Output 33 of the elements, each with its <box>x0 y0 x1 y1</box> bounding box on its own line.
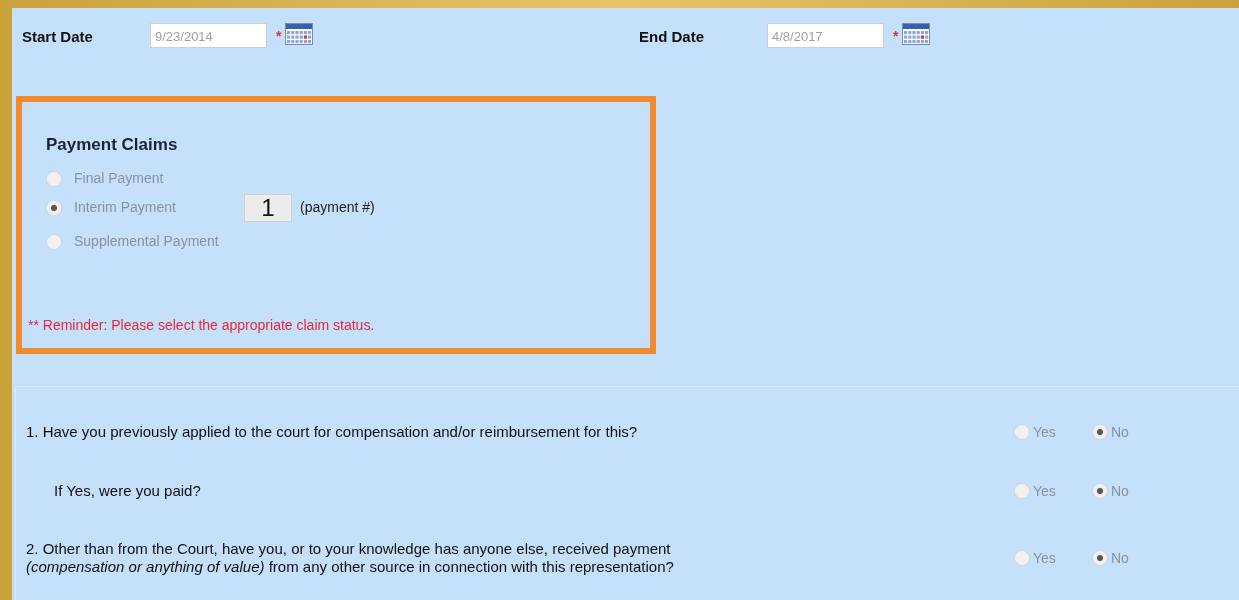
calendar-icon[interactable] <box>285 23 314 45</box>
option-label: Yes <box>1033 481 1056 501</box>
option-label: No <box>1111 422 1129 442</box>
section-title: Payment Claims <box>46 134 179 156</box>
radio-button[interactable] <box>1014 483 1030 499</box>
question-text: 2. Other than from the Court, have you, or to your knowledge has anyone else, received payment (compensation or anything of value) from any other source in connection with this representation? <box>25 540 675 576</box>
field-label: End Date <box>639 27 705 47</box>
calendar-icon[interactable] <box>902 23 931 45</box>
radio-button[interactable] <box>1014 424 1030 440</box>
option-label: Final Payment <box>74 169 165 188</box>
option-label: Yes <box>1033 422 1056 442</box>
question-text: 1. Have you previously applied to the court for compensation and/or reimbursement for this? <box>25 423 639 441</box>
payment-number-field[interactable]: 1 <box>244 193 292 222</box>
option-label: No <box>1111 481 1129 501</box>
required-mark: * <box>893 27 899 46</box>
radio-button[interactable] <box>46 233 62 250</box>
required-mark: * <box>276 27 282 46</box>
option-label: Interim Payment <box>74 198 177 217</box>
radio-button[interactable] <box>46 199 62 216</box>
question-text: If Yes, were you paid? <box>53 482 202 500</box>
reminder-text: ** Reminder: Please select the appropriate claim status. <box>28 316 376 335</box>
option-label: No <box>1111 548 1129 568</box>
date-field[interactable]: 4/8/2017 <box>767 23 884 48</box>
radio-button[interactable] <box>1014 550 1030 566</box>
option-label: Supplemental Payment <box>74 232 220 251</box>
radio-button[interactable] <box>46 170 62 187</box>
radio-button[interactable] <box>1092 424 1108 440</box>
option-label: Yes <box>1033 548 1056 568</box>
date-field[interactable]: 9/23/2014 <box>150 23 267 48</box>
radio-button[interactable] <box>1092 550 1108 566</box>
field-hint: (payment #) <box>300 198 375 217</box>
radio-button[interactable] <box>1092 483 1108 499</box>
field-label: Start Date <box>22 27 94 47</box>
